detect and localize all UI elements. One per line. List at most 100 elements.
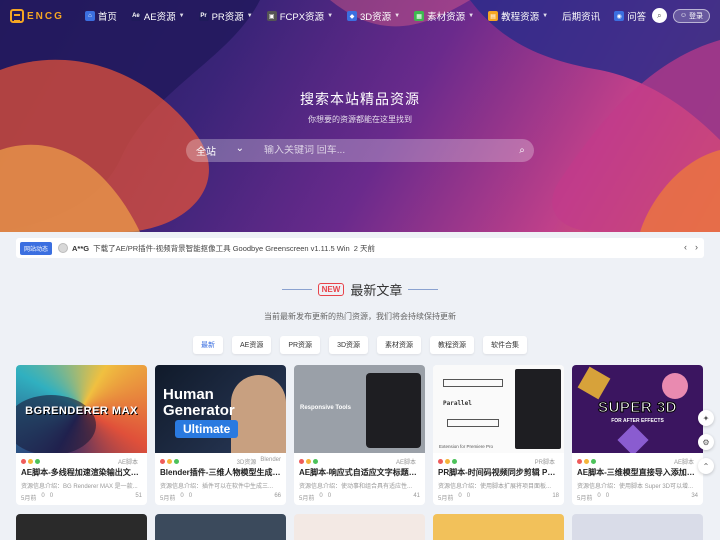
ae-icon: Ae xyxy=(130,11,141,21)
card-thumbnail[interactable]: SUPER 3D FOR AFTER EFFECTS xyxy=(572,365,703,453)
thumbnail-subtitle: Ultimate xyxy=(175,420,239,438)
nav-item-4[interactable]: ◆ 3D资源 ▼ xyxy=(340,9,407,23)
card-category[interactable]: AE脚本 xyxy=(118,457,138,466)
chevron-down-icon: ⌄ xyxy=(235,143,244,154)
card-thumbnail[interactable]: Parallel Extension for Premiere Pro xyxy=(433,365,564,453)
card-thumbnail[interactable] xyxy=(155,514,286,540)
card-thumbnail[interactable]: Human Generator Ultimate xyxy=(155,365,286,453)
article-card[interactable]: Responsive Tools AE脚本 AE脚本-响应式自适应文字标题布..… xyxy=(294,365,425,505)
card-thumbnail[interactable] xyxy=(16,514,147,540)
nav-item-1[interactable]: Ae AE资源 ▼ xyxy=(124,9,192,23)
card-likes: 0 xyxy=(319,493,323,499)
gear-icon[interactable]: ⚙ xyxy=(698,434,714,450)
card-time: 5月前 xyxy=(577,496,593,502)
thumbnail-subtitle: FOR AFTER EFFECTS xyxy=(611,418,664,424)
nav-item-label: 问答 xyxy=(627,12,647,23)
search-submit-icon[interactable]: ⌕ xyxy=(510,145,534,156)
nav-item-0[interactable]: ⌂ 首页 xyxy=(78,9,124,23)
tab-3[interactable]: 3D资源 xyxy=(329,336,369,354)
card-description: 资源信息介绍：使用脚本扩展将项目面板... xyxy=(438,484,552,490)
card-title[interactable]: AE脚本-响应式自适应文字标题布... xyxy=(299,467,420,478)
article-card[interactable]: Human Generator Ultimate 3D资源 Blender Bl… xyxy=(155,365,286,505)
nav-item-label: AE资源 xyxy=(143,12,176,23)
search-icon[interactable]: ⌕ xyxy=(651,8,667,23)
nav-item-6[interactable]: ▤ 教程资源 ▼ xyxy=(481,9,555,23)
card-views: 34 xyxy=(691,493,698,499)
nav-item-2[interactable]: Pr PR资源 ▼ xyxy=(192,9,260,23)
logo-text: ENCG xyxy=(27,10,64,22)
nav-item-5[interactable]: ▦ 素材资源 ▼ xyxy=(407,9,481,23)
nav-item-8[interactable]: ◉ 问答 xyxy=(607,9,653,23)
article-card[interactable]: SUPER 3D FOR AFTER EFFECTS AE脚本 AE脚本-三维模… xyxy=(572,365,703,505)
cube-icon: ◆ xyxy=(347,11,358,21)
card-thumbnail[interactable] xyxy=(294,514,425,540)
top-nav: ENCG ⌂ 首页 Ae AE资源 ▼ Pr PR资源 ▼ ▣ FCPX资源 ▼ ◆ 3D资源 ▼ ▦ 素材资… xyxy=(0,0,720,32)
search-input[interactable] xyxy=(254,145,510,156)
article-card[interactable]: BGRENDERER MAX AE脚本 AE脚本-多线程加速渲染输出文件 ...… xyxy=(16,365,147,505)
card-title[interactable]: AE脚本-三维模型直接导入添加纹... xyxy=(577,467,698,478)
card-category-secondary[interactable]: Blender xyxy=(260,457,281,466)
nav-item-7[interactable]: 后期资讯 xyxy=(555,9,607,23)
card-thumbnail[interactable]: BGRENDERER MAX xyxy=(16,365,147,453)
card-category[interactable]: PR脚本 xyxy=(535,457,555,466)
hero-title: 搜索本站精品资源 xyxy=(300,91,420,107)
tab-0[interactable]: 最新 xyxy=(192,336,223,354)
activity-ticker: 网站动态 A**G 下载了AE/PR插件-视频背景智能抠像工具 Goodbye … xyxy=(16,238,704,258)
window-dots xyxy=(21,459,40,464)
nav-item-label: PR资源 xyxy=(211,12,244,23)
card-description: 资源信息介绍：BG Renderer MAX 是一款... xyxy=(21,484,138,490)
site-logo[interactable]: ENCG xyxy=(10,9,64,23)
card-description: 资源信息介绍：使动事和组合具有适应性... xyxy=(299,484,413,490)
section-header: NEW 最新文章 xyxy=(0,280,720,299)
ticker-message[interactable]: 下载了AE/PR插件-视频背景智能抠像工具 Goodbye Greenscree… xyxy=(93,243,350,254)
thumbnail-title: SUPER 3D xyxy=(597,399,678,417)
card-category[interactable]: AE脚本 xyxy=(674,457,694,466)
tutorial-icon: ▤ xyxy=(488,11,499,21)
ticker-user: A**G xyxy=(72,243,90,253)
card-category[interactable]: AE脚本 xyxy=(396,457,416,466)
card-title[interactable]: PR脚本-时间码视频同步剪辑 Par... xyxy=(438,467,559,478)
tab-6[interactable]: 软件合集 xyxy=(483,336,528,354)
thumbnail-title: BGRENDERER MAX xyxy=(25,405,138,417)
tab-4[interactable]: 素材资源 xyxy=(377,336,422,354)
card-views: 41 xyxy=(413,493,420,499)
tab-2[interactable]: PR资源 xyxy=(280,336,321,354)
chevron-left-icon[interactable]: ‹ xyxy=(684,242,687,252)
home-icon: ⌂ xyxy=(84,11,95,21)
chevron-right-icon[interactable]: › xyxy=(695,242,698,252)
login-button[interactable]: ☺ 登录 xyxy=(672,8,710,23)
divider xyxy=(281,289,312,290)
card-time: 5月前 xyxy=(299,496,315,502)
nav-item-label: 后期资讯 xyxy=(562,12,601,23)
article-card[interactable]: Parallel Extension for Premiere Pro PR脚本… xyxy=(433,365,564,505)
card-title[interactable]: AE脚本-多线程加速渲染输出文件 ... xyxy=(21,467,142,478)
divider xyxy=(408,289,439,290)
card-time: 5月前 xyxy=(438,496,454,502)
thumbnail-title: Human Generator xyxy=(163,386,235,419)
card-description: 资源信息介绍：插件可以在软件中生成三... xyxy=(160,484,274,490)
card-likes: 0 xyxy=(41,493,45,499)
main-menu: ⌂ 首页 Ae AE资源 ▼ Pr PR资源 ▼ ▣ FCPX资源 ▼ ◆ 3D资源 ▼ ▦ 素材资源 ▼ ▤ 教程… xyxy=(78,9,653,23)
chevron-down-icon: ▼ xyxy=(178,13,185,19)
nav-item-3[interactable]: ▣ FCPX资源 ▼ xyxy=(260,9,340,23)
search-scope-select[interactable]: 全站 ⌄ xyxy=(186,143,254,158)
thumbnail-subtitle: Extension for Premiere Pro xyxy=(439,444,494,449)
card-thumbnail[interactable] xyxy=(572,514,703,540)
card-comments: 0 xyxy=(49,493,54,499)
tab-1[interactable]: AE资源 xyxy=(231,336,272,354)
chevron-up-icon[interactable]: ⌃ xyxy=(698,458,714,474)
tools-icon[interactable]: ✦ xyxy=(698,410,714,426)
tab-5[interactable]: 教程资源 xyxy=(430,336,475,354)
floating-tools: ✦ ⚙ ⌃ xyxy=(698,410,714,474)
material-icon: ▦ xyxy=(414,11,425,21)
nav-item-label: 教程资源 xyxy=(501,12,540,23)
chevron-down-icon: ▼ xyxy=(246,13,253,19)
chevron-down-icon: ▼ xyxy=(542,13,549,19)
card-thumbnail[interactable]: Responsive Tools xyxy=(294,365,425,453)
window-dots xyxy=(577,459,596,464)
window-dots xyxy=(160,459,179,464)
article-grid: BGRENDERER MAX AE脚本 AE脚本-多线程加速渲染输出文件 ...… xyxy=(16,365,703,505)
card-category[interactable]: 3D资源 xyxy=(237,457,257,466)
card-title[interactable]: Blender插件-三维人物模型生成器... xyxy=(160,467,281,478)
card-thumbnail[interactable] xyxy=(433,514,564,540)
